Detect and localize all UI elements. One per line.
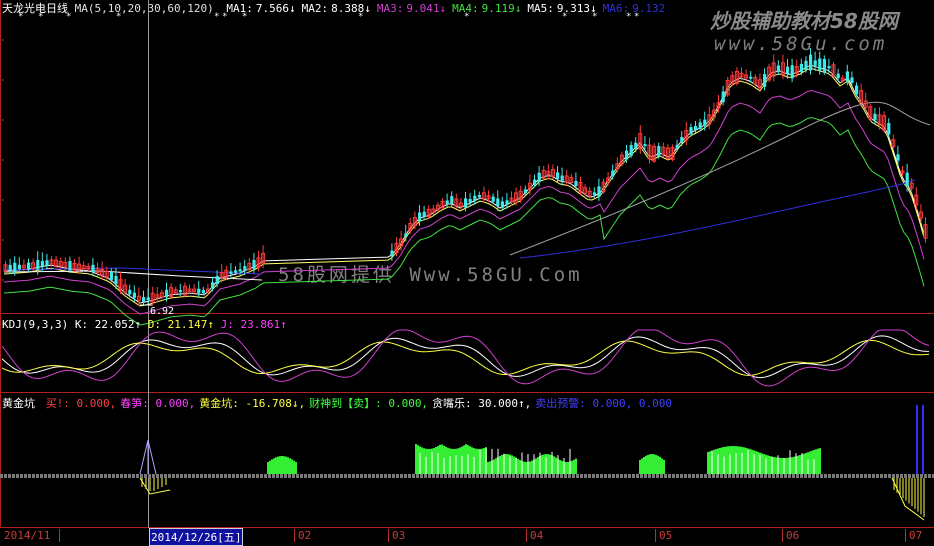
x-label-03: 03 <box>392 529 405 542</box>
svg-text:*: * <box>214 12 219 22</box>
svg-text:*: * <box>592 12 597 22</box>
indicator-item-2: 春笋: 0.000, <box>120 397 195 410</box>
indicator-item-3: 黄金坑: -16.708↓, <box>199 397 305 410</box>
kdj-lines <box>2 330 929 386</box>
x-label-04: 04 <box>530 529 543 542</box>
indicator-item-6: 卖出预警: 0.000, 0.000 <box>535 397 672 410</box>
svg-text:*: * <box>634 12 639 22</box>
x-label-cursor-date[interactable]: 2014/12/26[五] <box>149 528 243 546</box>
x-label-2014-11: 2014/11 <box>4 529 50 542</box>
kdj-j: J: 23.861↑ <box>221 318 287 331</box>
indicator-item-4: 财神到【卖】: 0.000, <box>309 397 428 410</box>
x-label-07: 07 <box>909 529 922 542</box>
indicator-header: 黄金坑 买!: 0.000, 春笋: 0.000, 黄金坑: -16.708↓, 财神… <box>2 397 672 410</box>
ma-lines <box>4 66 930 325</box>
kdj-k: K: 22.052↑ <box>75 318 141 331</box>
indicator-histogram <box>140 405 924 520</box>
kdj-title: KDJ(9,3,3) <box>2 318 68 331</box>
svg-text:*: * <box>464 12 469 22</box>
x-label-05: 05 <box>659 529 672 542</box>
low-marker-label: 6.92 <box>150 306 174 317</box>
chart-surface[interactable]: * * * * * * * * * * * * * 6.92 <box>0 0 934 542</box>
indicator-item-1: 买!: 0.000, <box>46 397 117 410</box>
svg-text:*: * <box>116 12 121 22</box>
svg-text:*: * <box>66 12 71 22</box>
kdj-d: D: 21.147↑ <box>148 318 214 331</box>
indicator-title: 黄金坑 <box>2 397 35 410</box>
svg-text:*: * <box>222 12 227 22</box>
kdj-header: KDJ(9,3,3) K: 22.052↑ D: 21.147↑ J: 23.8… <box>2 318 287 331</box>
x-label-06: 06 <box>786 529 799 542</box>
x-label-02: 02 <box>298 529 311 542</box>
svg-text:*: * <box>18 12 23 22</box>
svg-text:*: * <box>358 12 363 22</box>
top-star-markers: * * * * * * * * * * * * * <box>18 12 639 22</box>
svg-text:*: * <box>562 12 567 22</box>
svg-text:*: * <box>626 12 631 22</box>
svg-text:*: * <box>38 12 43 22</box>
indicator-item-5: 贪嘴乐: 30.000↑, <box>432 397 531 410</box>
candlesticks <box>4 48 927 306</box>
svg-text:*: * <box>242 12 247 22</box>
